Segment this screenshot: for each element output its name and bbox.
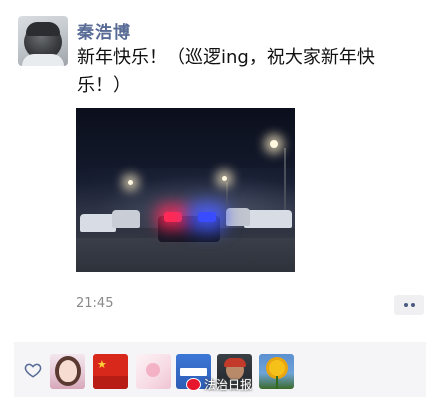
avatar-cap [224,358,246,367]
post-time: 21:45 [76,296,114,311]
avatar-shirt [22,54,64,66]
author-avatar[interactable] [18,16,68,66]
star-icon: ★ [97,358,107,371]
parked-car [80,214,116,232]
dot-icon [410,303,415,307]
author-name[interactable]: 秦浩博 [77,18,131,43]
siren-blue [198,212,216,222]
dot-icon [403,303,408,307]
street-sign-icon [180,368,207,376]
post-text: 新年快乐！（巡逻ing，祝大家新年快乐！） [77,47,375,96]
flag-wave [93,376,128,389]
flower-icon [146,363,160,377]
parked-car [112,210,140,228]
siren-red [164,212,182,222]
parked-car [244,210,292,228]
post-photo[interactable] [76,108,295,272]
liker-avatar[interactable] [50,354,85,389]
source-watermark: 法治日报 [186,376,252,393]
liker-avatar[interactable]: ★ [93,354,128,389]
weibo-icon [186,378,201,391]
street-lamp [270,140,278,148]
sunflower-icon [269,360,285,376]
liker-avatar[interactable] [136,354,171,389]
avatar-face [59,360,77,382]
sunflower-stem [276,376,278,389]
street-lamp [128,180,133,185]
more-actions-button[interactable] [394,295,424,315]
road [76,238,295,272]
parked-car [226,208,250,226]
heart-icon [24,363,42,378]
avatar-cap [26,22,60,36]
street-lamp [222,176,227,181]
watermark-text: 法治日报 [204,378,253,392]
liker-avatar[interactable] [259,354,294,389]
